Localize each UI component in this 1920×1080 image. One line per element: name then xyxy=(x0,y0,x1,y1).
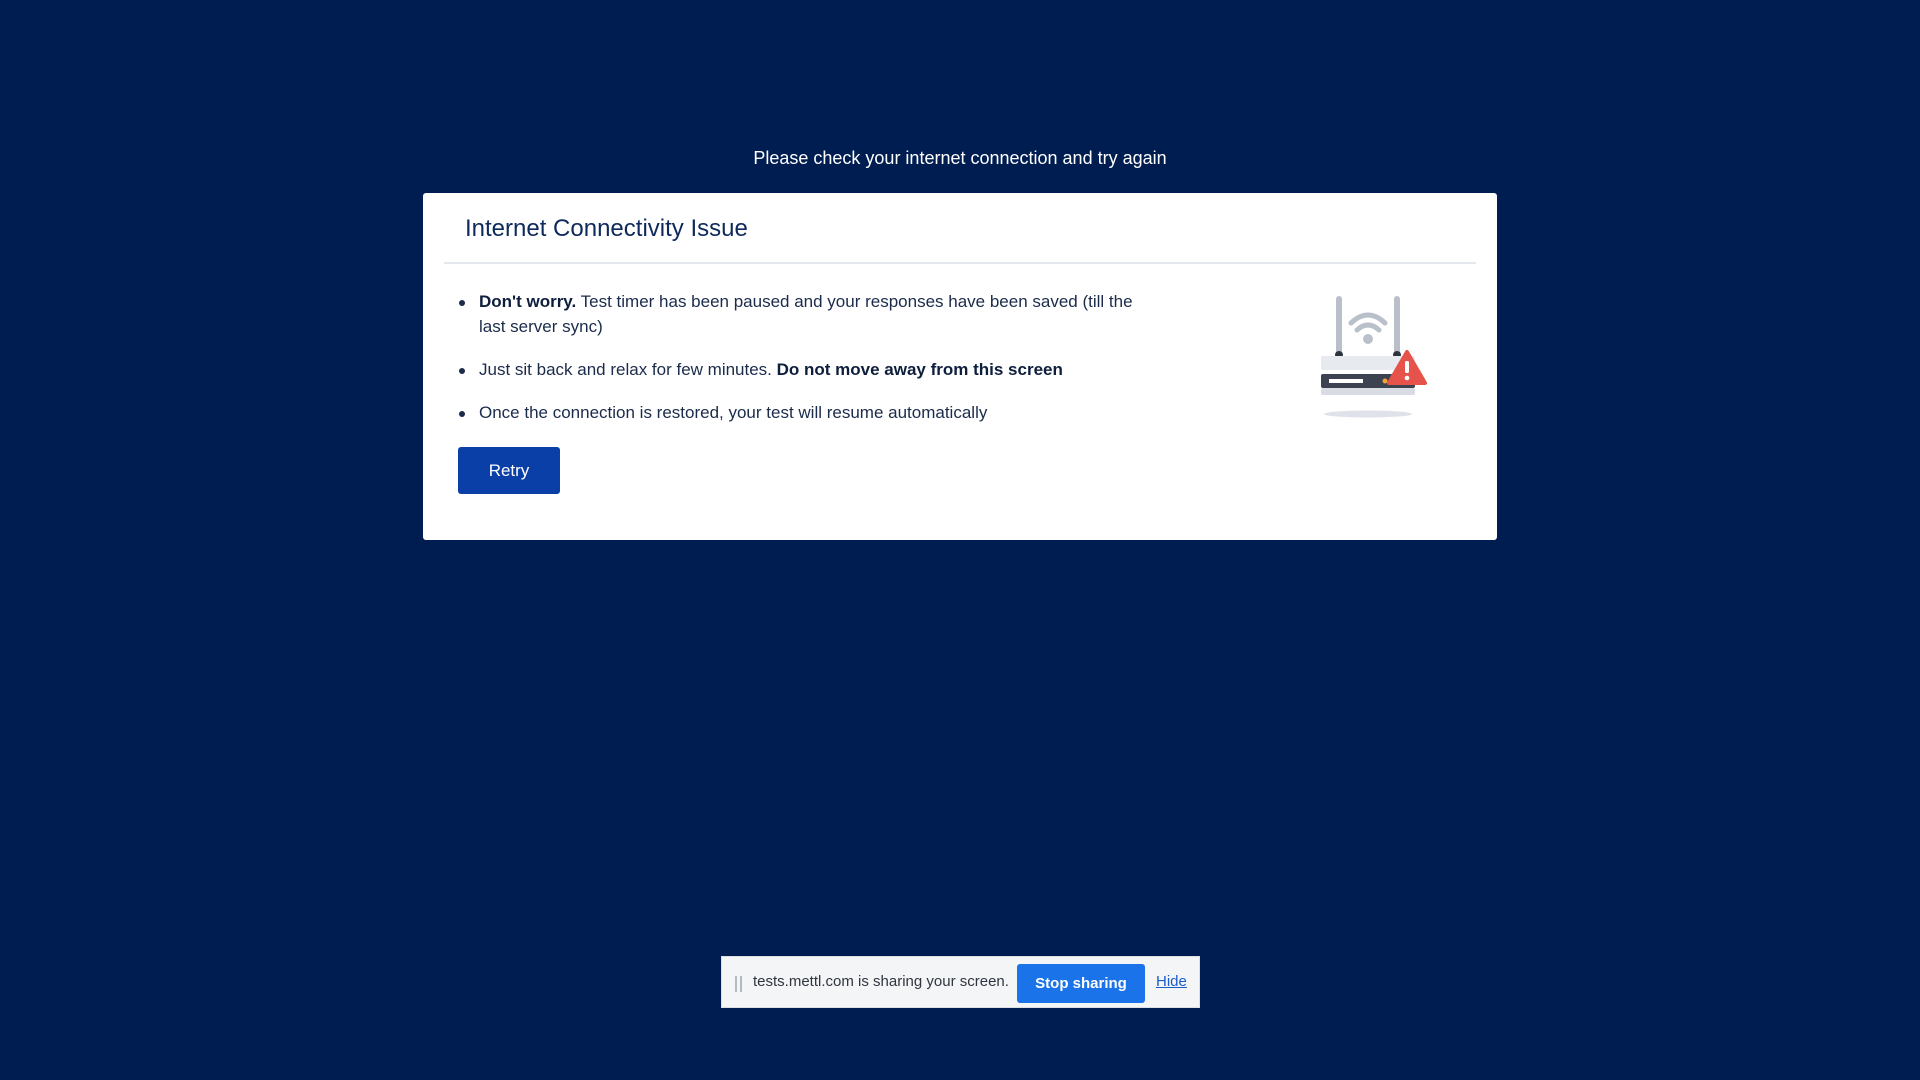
connection-notice: Please check your internet connection an… xyxy=(753,148,1167,168)
dialog-title: Internet Connectivity Issue xyxy=(465,215,748,242)
info-item-paused: Don't worry. Test timer has been paused … xyxy=(457,289,1147,339)
info-list: Don't worry. Test timer has been paused … xyxy=(457,289,1147,443)
info-item-text: Just sit back and relax for few minutes. xyxy=(479,360,777,379)
info-item-relax: Just sit back and relax for few minutes.… xyxy=(457,357,1147,382)
share-message: tests.mettl.com is sharing your screen. xyxy=(753,973,1009,990)
connectivity-dialog: Internet Connectivity Issue Don't worry.… xyxy=(423,193,1497,540)
retry-button[interactable]: Retry xyxy=(458,447,560,494)
screen-share-bar: tests.mettl.com is sharing your screen. … xyxy=(721,956,1200,1008)
info-item-bold: Don't worry. xyxy=(479,292,577,311)
hide-link[interactable]: Hide xyxy=(1156,973,1187,990)
stop-sharing-button[interactable]: Stop sharing xyxy=(1017,964,1145,1003)
page: Please check your internet connection an… xyxy=(0,0,1920,1080)
drag-handle-icon[interactable] xyxy=(734,976,744,992)
info-item-text: Once the connection is restored, your te… xyxy=(479,403,988,422)
info-item-text: Test timer has been paused and your resp… xyxy=(479,292,1133,336)
info-item-bold: Do not move away from this screen xyxy=(776,360,1063,379)
dialog-divider xyxy=(444,262,1476,264)
router-warning-icon xyxy=(1321,296,1427,418)
info-item-resume: Once the connection is restored, your te… xyxy=(457,400,1147,425)
